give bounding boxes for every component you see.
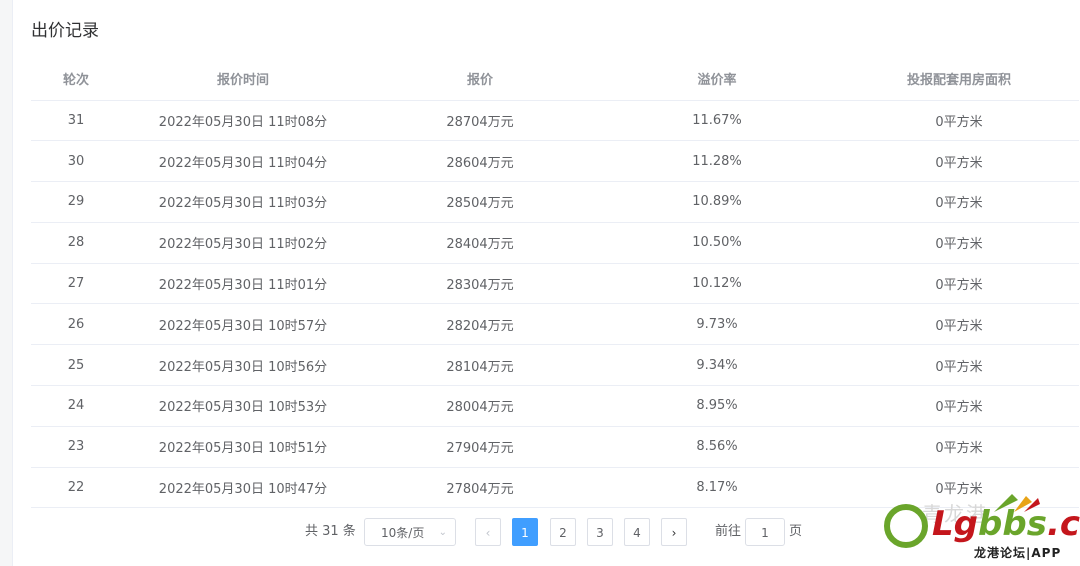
goto-label: 前往 bbox=[715, 524, 742, 539]
cell-bid-time: 2022年05月30日 11时02分 bbox=[121, 222, 365, 264]
cell-bid-price: 28704万元 bbox=[365, 100, 595, 142]
page-1-button[interactable]: 1 bbox=[512, 518, 538, 546]
table-row: 23 2022年05月30日 10时51分 27904万元 8.56% 0平方米 bbox=[31, 426, 1079, 468]
cell-facility-area: 0平方米 bbox=[839, 222, 1079, 264]
cell-round: 27 bbox=[31, 263, 121, 305]
cell-premium-rate: 8.17% bbox=[595, 467, 839, 509]
column-header-bid-time: 报价时间 bbox=[121, 58, 365, 101]
cell-facility-area: 0平方米 bbox=[839, 303, 1079, 346]
page-4-button[interactable]: 4 bbox=[624, 518, 650, 546]
cell-round: 26 bbox=[31, 303, 121, 346]
page-3-button[interactable]: 3 bbox=[587, 518, 613, 546]
cell-round: 31 bbox=[31, 100, 121, 142]
cell-bid-price: 27904万元 bbox=[365, 426, 595, 468]
cell-premium-rate: 10.12% bbox=[595, 263, 839, 305]
cell-round: 30 bbox=[31, 140, 121, 183]
cell-round: 22 bbox=[31, 467, 121, 509]
cell-facility-area: 0平方米 bbox=[839, 181, 1079, 223]
column-header-facility-area: 投报配套用房面积 bbox=[839, 58, 1079, 101]
watermark-brand: Lgbbs.cn bbox=[932, 504, 1080, 544]
table-row: 25 2022年05月30日 10时56分 28104万元 9.34% 0平方米 bbox=[31, 344, 1079, 387]
cell-facility-area: 0平方米 bbox=[839, 426, 1079, 468]
page-2-button[interactable]: 2 bbox=[550, 518, 576, 546]
watermark-brand-suffix: .cn bbox=[1046, 504, 1080, 544]
watermark-brand-prefix: Lg bbox=[932, 504, 979, 544]
cell-bid-price: 28204万元 bbox=[365, 303, 595, 346]
table-row: 26 2022年05月30日 10时57分 28204万元 9.73% 0平方米 bbox=[31, 303, 1079, 346]
cell-premium-rate: 8.95% bbox=[595, 385, 839, 427]
bid-record-card: 出价记录 轮次 报价时间 报价 溢价率 投报配套用房面积 31 2022年05月… bbox=[12, 0, 1080, 566]
table-row: 28 2022年05月30日 11时02分 28404万元 10.50% 0平方… bbox=[31, 222, 1079, 264]
cell-bid-time: 2022年05月30日 10时57分 bbox=[121, 303, 365, 346]
cell-round: 23 bbox=[31, 426, 121, 468]
cell-bid-price: 28604万元 bbox=[365, 140, 595, 183]
bid-record-table: 轮次 报价时间 报价 溢价率 投报配套用房面积 31 2022年05月30日 1… bbox=[31, 58, 1079, 509]
cell-bid-time: 2022年05月30日 10时53分 bbox=[121, 385, 365, 427]
prev-page-button[interactable]: ‹ bbox=[475, 518, 501, 546]
cell-bid-price: 28504万元 bbox=[365, 181, 595, 223]
cell-premium-rate: 10.89% bbox=[595, 181, 839, 223]
watermark-brand-main: bbs bbox=[978, 504, 1047, 544]
cell-premium-rate: 11.28% bbox=[595, 140, 839, 183]
cell-premium-rate: 9.34% bbox=[595, 344, 839, 387]
cell-bid-price: 28304万元 bbox=[365, 263, 595, 305]
cell-facility-area: 0平方米 bbox=[839, 385, 1079, 427]
cell-premium-rate: 9.73% bbox=[595, 303, 839, 346]
cell-premium-rate: 10.50% bbox=[595, 222, 839, 264]
next-page-button[interactable]: › bbox=[661, 518, 687, 546]
cell-round: 28 bbox=[31, 222, 121, 264]
cell-bid-time: 2022年05月30日 11时03分 bbox=[121, 181, 365, 223]
cell-facility-area: 0平方米 bbox=[839, 344, 1079, 387]
table-row: 29 2022年05月30日 11时03分 28504万元 10.89% 0平方… bbox=[31, 181, 1079, 223]
cell-bid-time: 2022年05月30日 10时51分 bbox=[121, 426, 365, 468]
cell-bid-price: 28004万元 bbox=[365, 385, 595, 427]
cell-bid-price: 28104万元 bbox=[365, 344, 595, 387]
page-title: 出价记录 bbox=[31, 21, 99, 41]
chevron-right-icon: › bbox=[671, 526, 677, 540]
cell-bid-time: 2022年05月30日 10时56分 bbox=[121, 344, 365, 387]
cell-premium-rate: 8.56% bbox=[595, 426, 839, 468]
pagination-total: 共 31 条 bbox=[305, 524, 356, 539]
chevron-left-icon: ‹ bbox=[485, 526, 491, 540]
cell-bid-price: 27804万元 bbox=[365, 467, 595, 509]
cell-round: 24 bbox=[31, 385, 121, 427]
watermark-logo-icon bbox=[884, 504, 928, 548]
cell-facility-area: 0平方米 bbox=[839, 100, 1079, 142]
cell-bid-time: 2022年05月30日 11时04分 bbox=[121, 140, 365, 183]
table-row: 31 2022年05月30日 11时08分 28704万元 11.67% 0平方… bbox=[31, 100, 1079, 142]
table-row: 27 2022年05月30日 11时01分 28304万元 10.12% 0平方… bbox=[31, 263, 1079, 305]
goto-page-input[interactable]: 1 bbox=[745, 518, 785, 546]
cell-round: 29 bbox=[31, 181, 121, 223]
page-size-value: 10条/页 bbox=[381, 526, 425, 540]
cell-bid-time: 2022年05月30日 11时08分 bbox=[121, 100, 365, 142]
column-header-round: 轮次 bbox=[31, 58, 121, 101]
cell-facility-area: 0平方米 bbox=[839, 263, 1079, 305]
table-row: 24 2022年05月30日 10时53分 28004万元 8.95% 0平方米 bbox=[31, 385, 1079, 427]
table-row: 30 2022年05月30日 11时04分 28604万元 11.28% 0平方… bbox=[31, 140, 1079, 183]
column-header-bid-price: 报价 bbox=[365, 58, 595, 101]
cell-bid-price: 28404万元 bbox=[365, 222, 595, 264]
chevron-down-icon: ⌄ bbox=[438, 527, 447, 538]
forum-watermark: 青龙港 Lgbbs.cn 龙港论坛|APP bbox=[874, 492, 1080, 562]
cell-premium-rate: 11.67% bbox=[595, 100, 839, 142]
goto-suffix: 页 bbox=[789, 524, 803, 539]
page-size-select[interactable]: 10条/页 ⌄ bbox=[364, 518, 456, 546]
cell-round: 25 bbox=[31, 344, 121, 387]
column-header-premium-rate: 溢价率 bbox=[595, 58, 839, 101]
cell-bid-time: 2022年05月30日 11时01分 bbox=[121, 263, 365, 305]
cell-facility-area: 0平方米 bbox=[839, 140, 1079, 183]
watermark-subtitle: 龙港论坛|APP bbox=[974, 546, 1062, 560]
table-header-row: 轮次 报价时间 报价 溢价率 投报配套用房面积 bbox=[31, 58, 1079, 101]
cell-bid-time: 2022年05月30日 10时47分 bbox=[121, 467, 365, 509]
